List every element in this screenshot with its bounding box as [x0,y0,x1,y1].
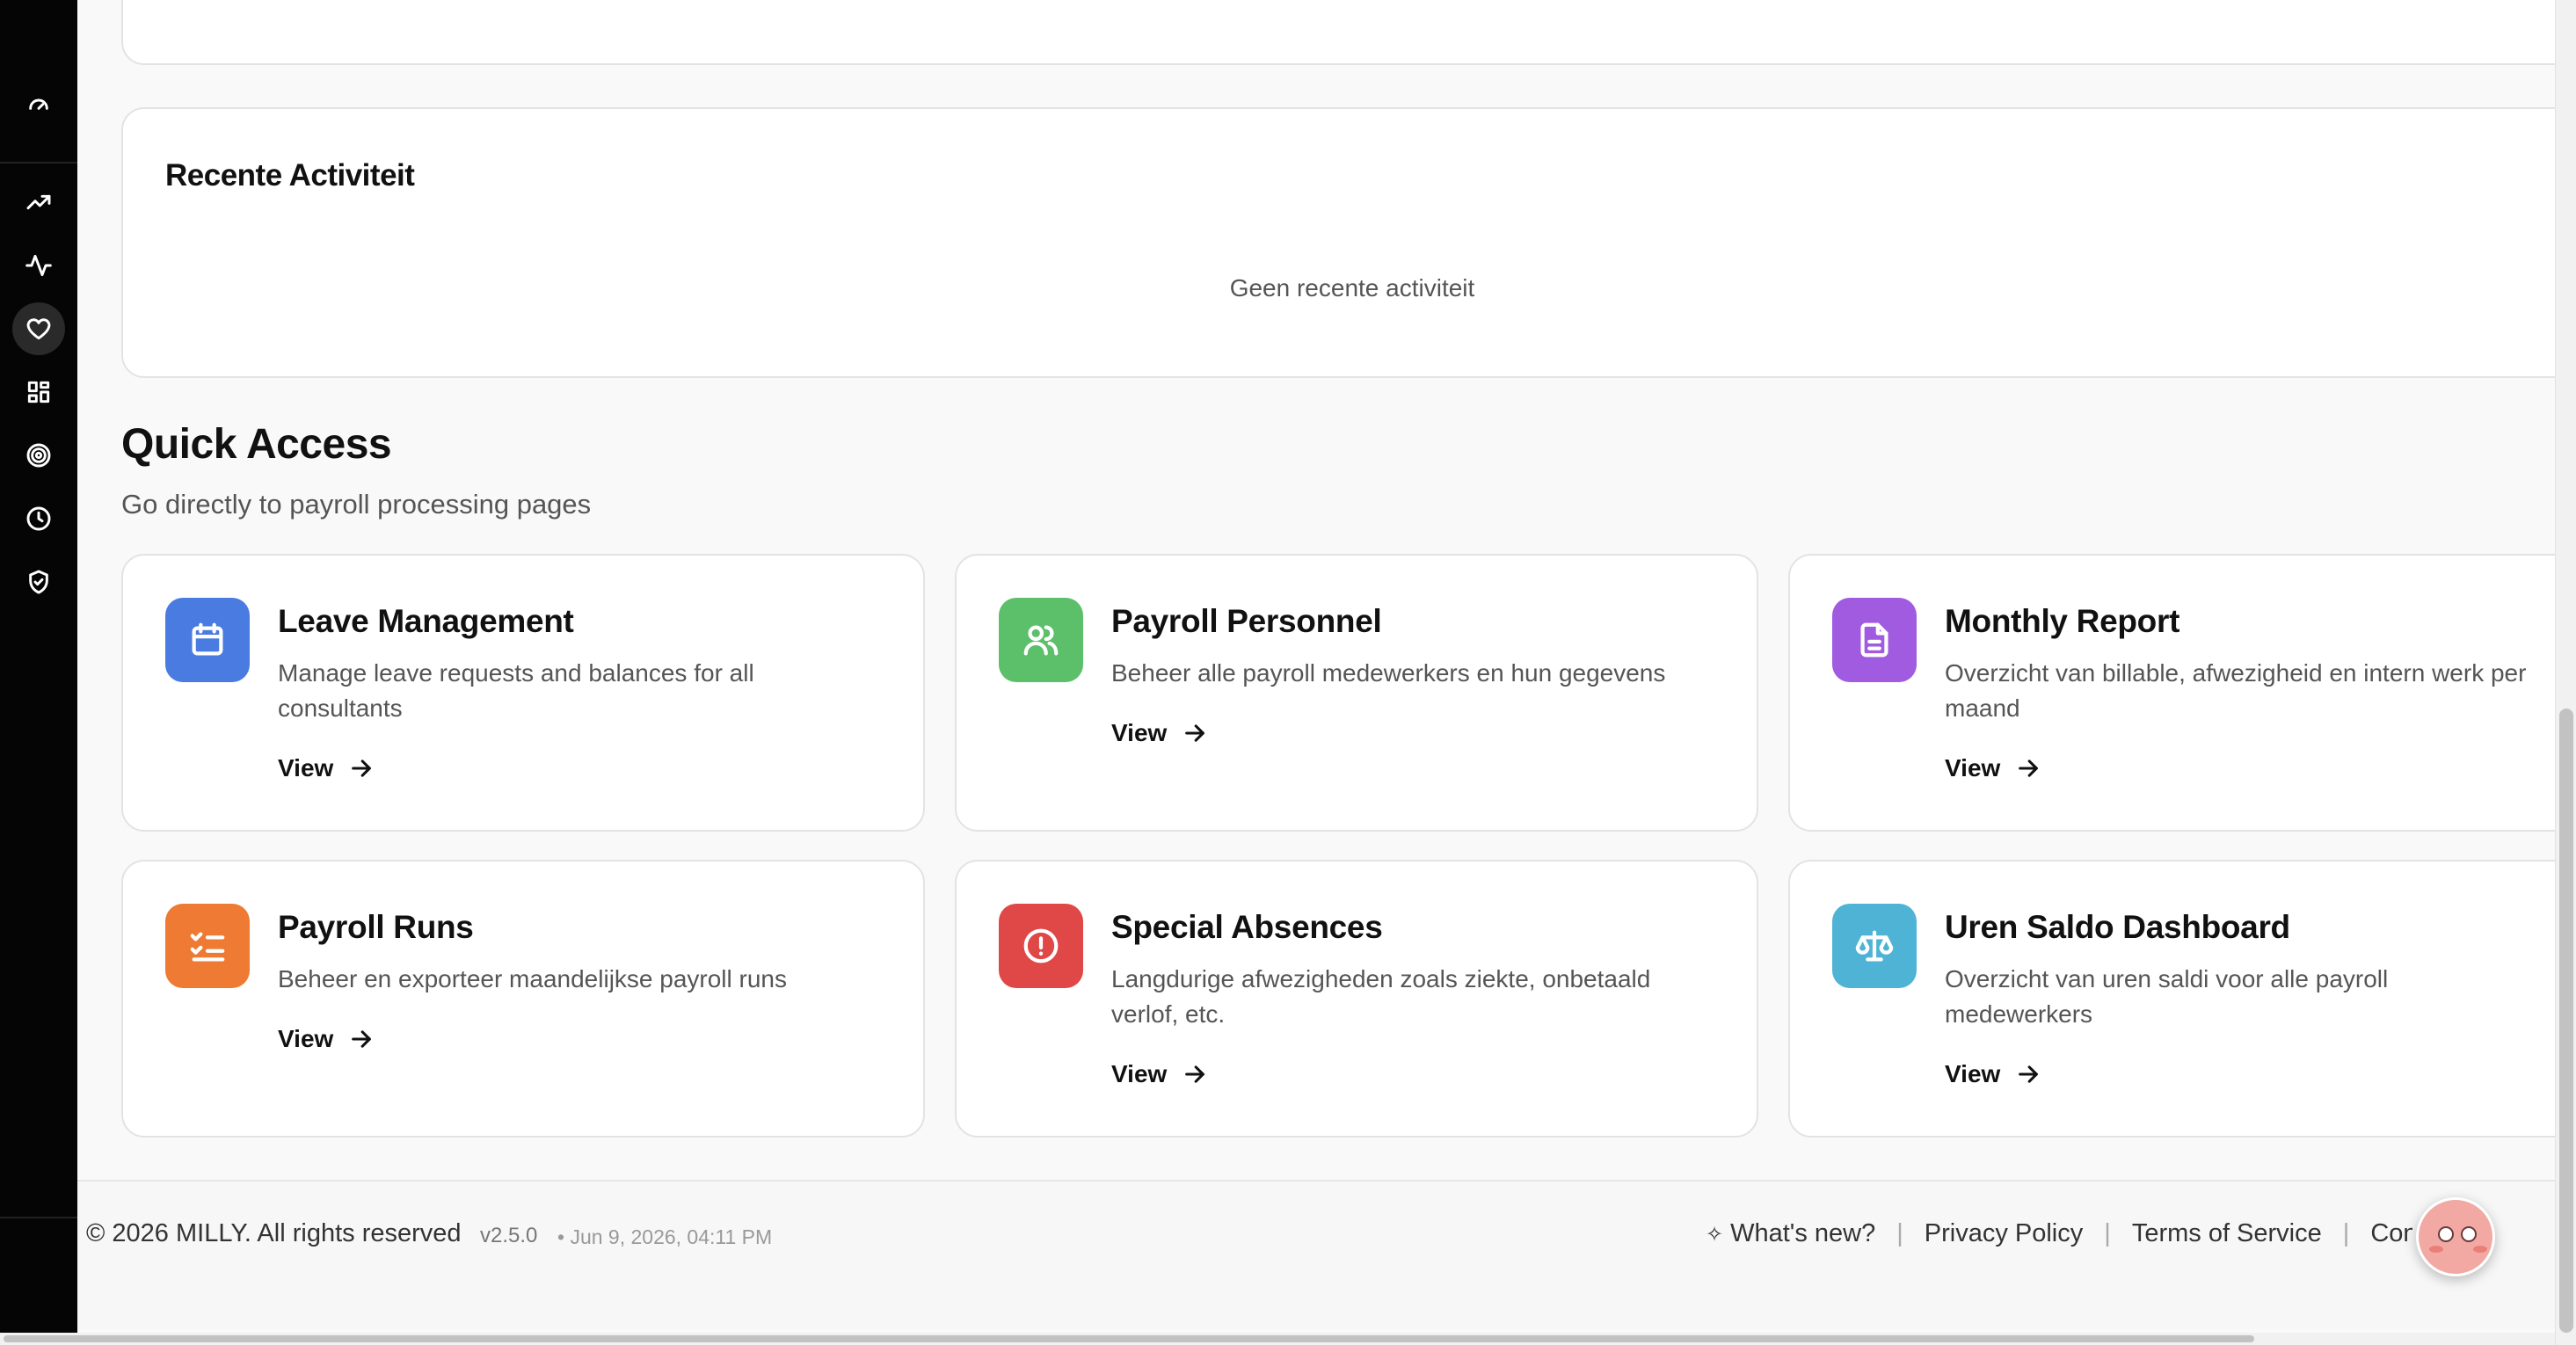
recent-activity-empty: Geen recente activiteit [1229,274,1475,302]
quick-access-subtitle: Go directly to payroll processing pages [121,489,592,520]
gauge-icon[interactable] [12,77,65,130]
alert-circle-icon [999,904,1083,988]
quick-card-description: Overzicht van billable, afwezigheid en i… [1945,659,2527,722]
view-link-label: View [278,754,334,782]
recent-activity-title: Recente Activiteit [165,158,415,193]
quick-card-title: Special Absences [1111,909,1383,945]
view-link[interactable]: View [1945,754,2041,782]
quick-card-description: Beheer en exporteer maandelijkse payroll… [278,965,787,992]
view-link[interactable]: View [1111,1060,1207,1088]
calendar-icon [165,598,250,682]
footer-timestamp: • Jun 9, 2026, 04:11 PM [557,1225,773,1248]
view-link-label: View [1945,754,2001,782]
sidebar [0,0,77,1345]
avatar-eye [2438,1226,2454,1242]
activity-icon[interactable] [12,239,65,292]
horizontal-scrollbar-thumb[interactable] [4,1335,2254,1342]
quick-card-title: Payroll Runs [278,909,474,945]
quick-card-description: Langdurige afwezigheden zoals ziekte, on… [1111,965,1651,1028]
quick-access-title: Quick Access [121,421,392,468]
contact-link[interactable]: Contact [2370,1219,2412,1248]
quick-card-special-absences[interactable]: Special Absences Langdurige afwezigheden… [955,860,1758,1138]
grid-icon[interactable] [12,366,65,418]
shield-check-icon[interactable] [12,556,65,608]
footer-version: v2.5.0 [480,1224,538,1247]
file-text-icon [1832,598,1917,682]
sidebar-divider [0,1217,77,1218]
avatar-eye [2461,1226,2477,1242]
view-link[interactable]: View [1111,719,1207,747]
footer-links: ✧ What's new? | Privacy Policy | Terms of… [1706,1219,2412,1248]
arrow-right-icon [2019,1065,2039,1083]
view-link[interactable]: View [1945,1060,2041,1088]
quick-card-title: Payroll Personnel [1111,603,1382,639]
quick-card-description: Overzicht van uren saldi voor alle payro… [1945,965,2389,1028]
vertical-scrollbar-thumb[interactable] [2559,709,2573,1333]
footer-separator: | [2342,1219,2350,1247]
quick-card-description: Beheer alle payroll medewerkers en hun g… [1111,659,1666,687]
quick-card-title: Uren Saldo Dashboard [1945,909,2290,945]
trending-up-icon[interactable] [12,176,65,229]
quick-card-monthly-report[interactable]: Monthly Report Overzicht van billable, a… [1788,554,2576,832]
sparkle-icon: ✧ [1706,1223,1724,1247]
arrow-right-icon [1185,1065,1205,1083]
users-icon [999,598,1083,682]
whats-new-label: What's new? [1730,1219,1876,1247]
view-link-label: View [1111,719,1168,746]
main-content: Recente Activiteit Geen recente activite… [77,0,2576,1345]
terms-of-service-link[interactable]: Terms of Service [2132,1219,2322,1248]
footer-separator: | [1896,1219,1903,1247]
privacy-policy-link[interactable]: Privacy Policy [1925,1219,2084,1248]
avatar-blush [2473,1246,2487,1253]
quick-card-payroll-runs[interactable]: Payroll Runs Beheer en exporteer maandel… [121,860,925,1138]
footer: © 2026 MILLY. All rights reserved v2.5.0… [77,1180,2555,1329]
sidebar-divider [0,162,77,164]
quick-card-title: Monthly Report [1945,603,2180,639]
horizontal-scrollbar[interactable] [0,1333,2555,1345]
view-link-label: View [1111,1060,1168,1087]
clock-icon[interactable] [12,492,65,545]
view-link-label: View [278,1025,334,1052]
footer-separator: | [2104,1219,2111,1247]
quick-card-leave-management[interactable]: Leave Management Manage leave requests a… [121,554,925,832]
assistant-avatar-button[interactable] [2416,1197,2495,1276]
arrow-right-icon [352,760,372,777]
view-link[interactable]: View [278,754,374,782]
target-icon[interactable] [12,429,65,482]
footer-divider [77,1180,2555,1181]
previous-card [121,0,2576,65]
quick-card-uren-saldo-dashboard[interactable]: Uren Saldo Dashboard Overzicht van uren … [1788,860,2576,1138]
arrow-right-icon [1185,724,1205,742]
quick-card-payroll-personnel[interactable]: Payroll Personnel Beheer alle payroll me… [955,554,1758,832]
quick-card-description: Manage leave requests and balances for a… [278,659,754,722]
quick-card-title: Leave Management [278,603,574,639]
view-link-label: View [1945,1060,2001,1087]
recent-activity-card: Recente Activiteit Geen recente activite… [121,107,2576,378]
arrow-right-icon [2019,760,2039,777]
list-checks-icon [165,904,250,988]
view-link[interactable]: View [278,1025,374,1053]
avatar-blush [2429,1246,2443,1253]
footer-copyright: © 2026 MILLY. All rights reserved [86,1219,462,1247]
vertical-scrollbar[interactable] [2555,0,2576,1345]
heart-icon[interactable] [12,302,65,355]
whats-new-link[interactable]: ✧ What's new? [1706,1219,1875,1248]
scale-icon [1832,904,1917,988]
arrow-right-icon [352,1030,372,1048]
